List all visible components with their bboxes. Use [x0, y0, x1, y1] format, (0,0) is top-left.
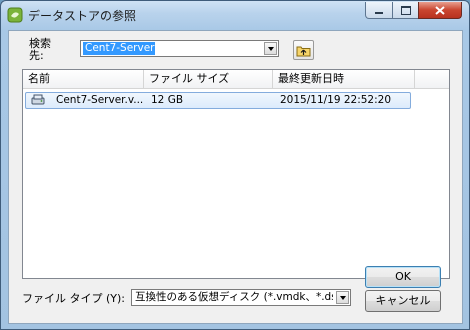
search-location-label: 検索 先: — [29, 38, 51, 62]
column-header-name[interactable]: 名前 — [23, 70, 144, 88]
close-button[interactable] — [418, 2, 462, 19]
search-label-line2: 先: — [29, 49, 44, 62]
minimize-button[interactable] — [365, 2, 393, 19]
dialog-body: 検索 先: Cent7-Server 名前 ファイル サイズ 最終更新日時 Ce… — [8, 30, 463, 324]
dialog-window: データストアの参照 検索 先: Cent7-Server 名前 ファイル サイズ… — [0, 0, 470, 330]
file-type-label: ファイル タイプ (Y): — [22, 292, 126, 305]
column-header-modified[interactable]: 最終更新日時 — [273, 70, 415, 88]
file-type-dropdown[interactable]: 互換性のある仮想ディスク (*.vmdk、*.dsk、... — [131, 289, 351, 306]
location-value: Cent7-Server — [83, 42, 155, 55]
vsphere-app-icon — [7, 7, 23, 23]
file-list[interactable]: 名前 ファイル サイズ 最終更新日時 Cent7-Server.v... 12 … — [22, 69, 450, 279]
table-row[interactable]: Cent7-Server.v... 12 GB 2015/11/19 22:52… — [25, 92, 411, 109]
location-dropdown-button[interactable] — [264, 42, 277, 55]
file-size: 12 GB — [151, 94, 184, 106]
maximize-button[interactable] — [392, 2, 419, 19]
virtual-disk-icon — [31, 93, 45, 108]
maximize-icon — [400, 5, 411, 15]
minimize-icon — [375, 12, 383, 14]
folder-up-icon — [296, 46, 311, 56]
window-title: データストアの参照 — [28, 9, 137, 23]
file-type-dropdown-button[interactable] — [336, 291, 349, 304]
list-header: 名前 ファイル サイズ 最終更新日時 — [23, 70, 449, 89]
chevron-down-icon — [267, 46, 274, 51]
up-one-level-button[interactable] — [293, 40, 314, 60]
ok-button[interactable]: OK — [365, 266, 441, 288]
close-icon — [435, 5, 445, 15]
file-modified: 2015/11/19 22:52:20 — [280, 94, 392, 106]
column-header-size[interactable]: ファイル サイズ — [144, 70, 273, 88]
cancel-button[interactable]: キャンセル — [365, 290, 441, 312]
chevron-down-icon — [339, 295, 346, 300]
title-bar[interactable]: データストアの参照 — [1, 1, 469, 29]
file-name: Cent7-Server.v... — [56, 94, 144, 106]
location-dropdown[interactable]: Cent7-Server — [80, 40, 279, 57]
file-type-value: 互換性のある仮想ディスク (*.vmdk、*.dsk、... — [135, 291, 333, 303]
